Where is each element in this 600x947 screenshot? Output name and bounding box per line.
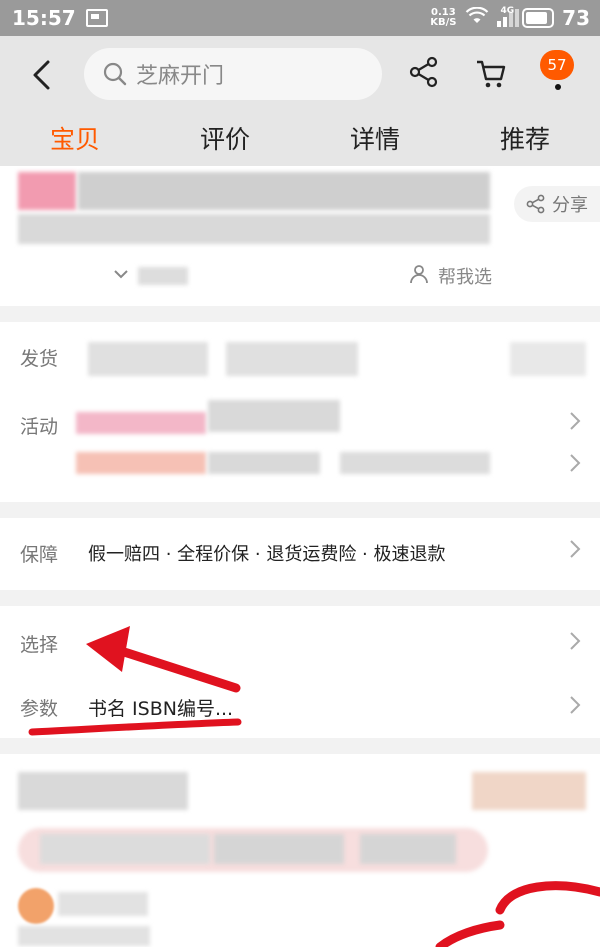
params-chevron[interactable] [568, 694, 582, 716]
blurred-review-tag-2 [214, 834, 344, 864]
activity-row-1-chevron[interactable] [568, 410, 582, 432]
search-input[interactable]: 芝麻开门 [84, 48, 382, 100]
product-share-button[interactable]: 分享 [514, 186, 600, 222]
select-label: 选择 [20, 634, 59, 656]
chevron-left-icon [33, 60, 50, 90]
share-button[interactable] [408, 56, 440, 88]
status-time: 15:57 [12, 6, 76, 30]
product-card: 分享 帮我选 [0, 166, 600, 306]
chevron-right-icon [570, 454, 581, 472]
tab-recommend[interactable]: 推荐 [450, 118, 600, 162]
blurred-activity-text-2 [208, 452, 320, 474]
avatar [18, 888, 54, 924]
guarantee-section[interactable]: 保障 假一赔四 · 全程价保 · 退货运费险 · 极速退款 [0, 518, 600, 590]
blurred-review-tag-1 [40, 834, 210, 864]
select-row[interactable]: 选择 [0, 606, 600, 672]
dot-icon [555, 84, 561, 90]
chevron-right-icon [570, 540, 581, 558]
search-placeholder: 芝麻开门 [136, 64, 225, 89]
blurred-activity-tag-1 [76, 412, 206, 434]
message-icon [85, 9, 108, 27]
options-section: 选择 参数 书名 ISBN编号... [0, 606, 600, 738]
blurred-reviewer-name [58, 892, 148, 916]
back-button[interactable] [28, 58, 56, 92]
blurred-review-tag-3 [360, 834, 456, 864]
reviews-preview-section [0, 754, 600, 947]
more-button[interactable]: 57 [540, 50, 576, 94]
tab-bar: 宝贝 评价 详情 推荐 [0, 118, 600, 162]
cart-icon [477, 60, 506, 88]
person-icon [408, 263, 430, 290]
blurred-review-text [18, 926, 150, 946]
tab-reviews[interactable]: 评价 [150, 118, 300, 162]
blurred-action-label [138, 267, 188, 285]
params-value: 书名 ISBN编号... [88, 698, 234, 720]
shipping-label: 发货 [20, 348, 59, 370]
cart-button[interactable] [474, 56, 508, 90]
chevron-down-icon [112, 265, 130, 288]
params-label: 参数 [20, 698, 59, 720]
select-chevron[interactable] [568, 630, 582, 652]
guarantee-label: 保障 [20, 544, 59, 566]
battery-level: 73 [562, 6, 590, 30]
activity-label: 活动 [20, 416, 59, 438]
message-badge: 57 [540, 50, 574, 80]
battery-icon [522, 8, 555, 28]
blurred-review-count [472, 772, 586, 810]
tab-item[interactable]: 宝贝 [0, 118, 150, 162]
chevron-right-icon [570, 412, 581, 430]
help-choose-button[interactable]: 帮我选 [300, 258, 600, 294]
blurred-activity-text-3 [340, 452, 490, 474]
search-icon [103, 62, 127, 86]
params-row[interactable]: 参数 书名 ISBN编号... [0, 672, 600, 738]
blurred-shipping-3 [510, 342, 586, 376]
share-icon [409, 56, 438, 88]
blurred-review-title [18, 772, 188, 810]
product-actions: 帮我选 [0, 258, 600, 294]
blurred-action[interactable] [0, 258, 300, 294]
blurred-activity-text-1 [208, 400, 340, 432]
blurred-price [18, 172, 76, 210]
net-speed: 0.13 KB/S [430, 8, 456, 28]
net-speed-unit: KB/S [430, 17, 457, 28]
status-indicators: 0.13 KB/S 4G 73 [430, 0, 590, 36]
wifi-icon [465, 6, 489, 30]
blurred-activity-tag-2 [76, 452, 206, 474]
share-icon [526, 194, 545, 214]
share-label: 分享 [552, 195, 588, 216]
blurred-title-line-2 [18, 214, 490, 244]
tab-details[interactable]: 详情 [300, 118, 450, 162]
blurred-shipping-1 [88, 342, 208, 376]
chevron-right-icon [570, 632, 581, 650]
blurred-title-line-1 [78, 172, 490, 210]
activity-row-2-chevron[interactable] [568, 452, 582, 474]
guarantee-chevron[interactable] [568, 538, 582, 560]
shipping-activity-section: 发货 活动 [0, 322, 600, 502]
guarantee-value: 假一赔四 · 全程价保 · 退货运费险 · 极速退款 [88, 544, 446, 565]
help-choose-label: 帮我选 [438, 267, 492, 288]
blurred-shipping-2 [226, 342, 358, 376]
status-bar: 15:57 0.13 KB/S 4G 73 [0, 0, 600, 36]
header: 芝麻开门 57 宝贝 评价 详情 推荐 [0, 36, 600, 166]
chevron-right-icon [570, 696, 581, 714]
